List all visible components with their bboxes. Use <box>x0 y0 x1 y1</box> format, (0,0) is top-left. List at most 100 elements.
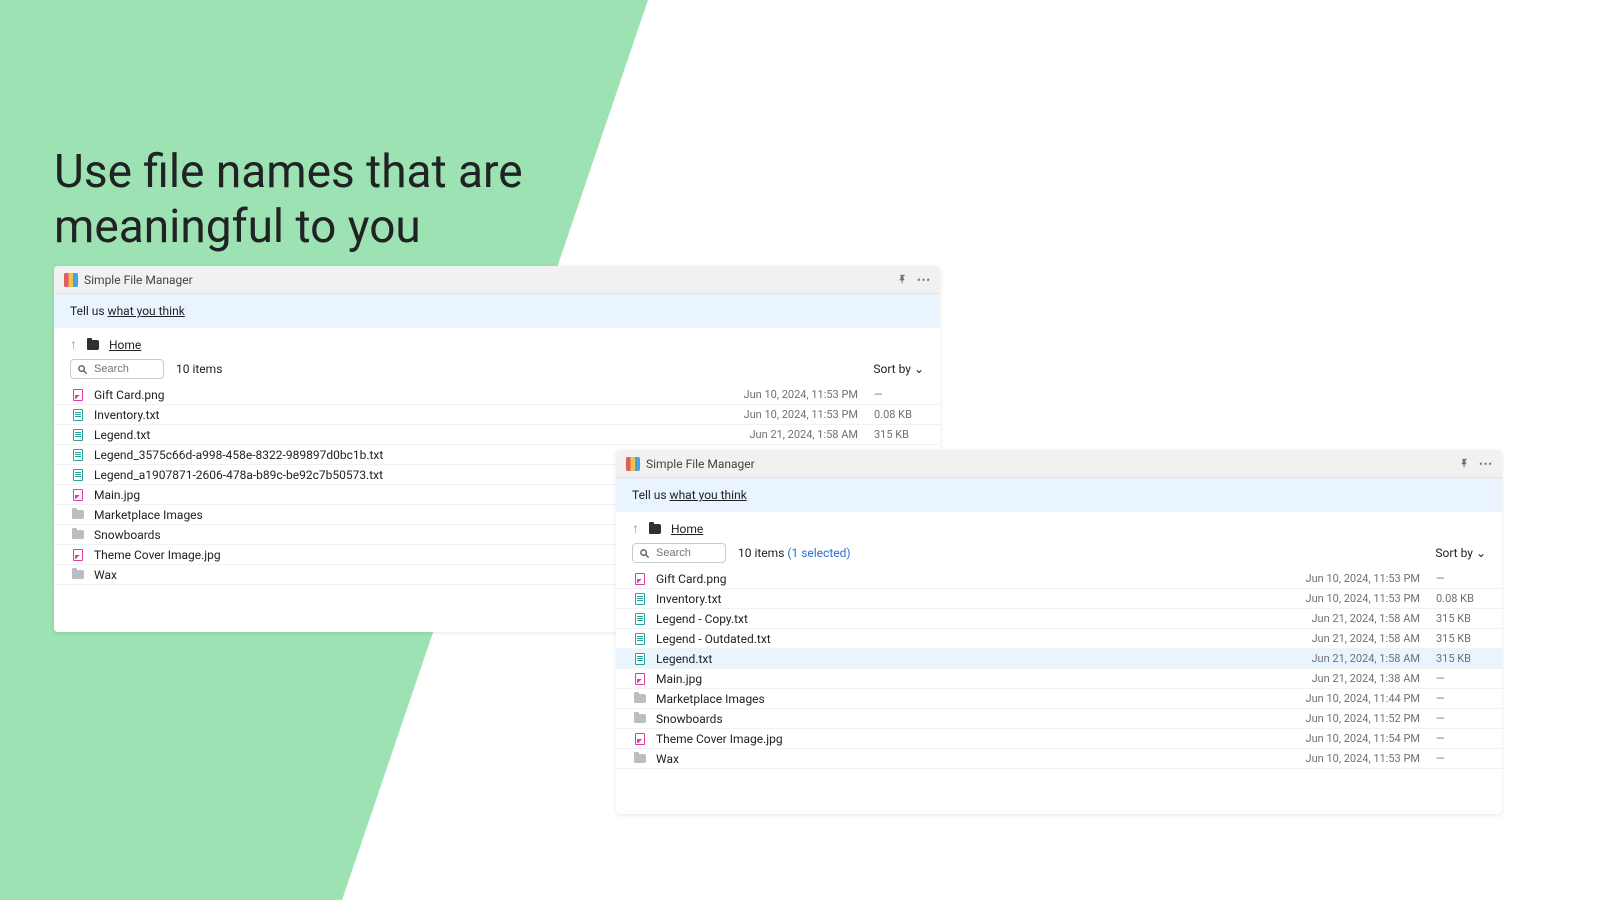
file-row[interactable]: Main.jpgJun 21, 2024, 1:38 AM — <box>616 669 1502 689</box>
file-size: — <box>1436 692 1486 705</box>
breadcrumb: ↑ Home <box>54 328 940 359</box>
search-icon <box>77 364 88 375</box>
text-file-icon <box>73 469 83 481</box>
file-date: Jun 21, 2024, 1:58 AM <box>1270 612 1420 625</box>
file-date: Jun 10, 2024, 11:53 PM <box>708 388 858 401</box>
file-row[interactable]: SnowboardsJun 10, 2024, 11:52 PM— <box>616 709 1502 729</box>
file-size: 315 KB <box>1436 652 1486 665</box>
image-file-icon <box>73 389 83 401</box>
file-date: Jun 21, 2024, 1:58 AM <box>1270 632 1420 645</box>
file-size: — <box>1436 672 1486 685</box>
search-icon <box>639 548 650 559</box>
file-size: 0.08 KB <box>1436 592 1486 605</box>
search-input[interactable] <box>94 363 154 375</box>
file-name: Legend.txt <box>656 652 1270 666</box>
sort-by-button[interactable]: Sort by ⌄ <box>873 362 924 376</box>
file-name: Inventory.txt <box>656 592 1270 606</box>
search-input-wrap[interactable] <box>632 543 726 563</box>
file-row[interactable]: Marketplace ImagesJun 10, 2024, 11:44 PM… <box>616 689 1502 709</box>
file-date: Jun 10, 2024, 11:53 PM <box>1270 592 1420 605</box>
file-name: Legend - Outdated.txt <box>656 632 1270 646</box>
file-name: Legend - Copy.txt <box>656 612 1270 626</box>
file-name: Inventory.txt <box>94 408 708 422</box>
text-file-icon <box>635 613 645 625</box>
image-file-icon <box>635 573 645 585</box>
chevron-down-icon: ⌄ <box>1476 546 1486 560</box>
file-row[interactable]: Gift Card.pngJun 10, 2024, 11:53 PM — <box>54 385 940 405</box>
text-file-icon <box>73 409 83 421</box>
file-name: Wax <box>656 752 1270 766</box>
file-date: Jun 10, 2024, 11:54 PM <box>1270 732 1420 745</box>
folder-icon <box>649 524 661 534</box>
pin-icon[interactable] <box>1458 458 1470 470</box>
file-row[interactable]: Theme Cover Image.jpgJun 10, 2024, 11:54… <box>616 729 1502 749</box>
file-date: Jun 10, 2024, 11:52 PM <box>1270 712 1420 725</box>
file-date: Jun 21, 2024, 1:58 AM <box>1270 652 1420 665</box>
chevron-down-icon: ⌄ <box>914 362 924 376</box>
selected-count[interactable]: (1 selected) <box>787 546 850 560</box>
app-title: Simple File Manager <box>646 457 755 471</box>
more-icon[interactable]: ⋯ <box>918 274 930 286</box>
file-row[interactable]: Inventory.txtJun 10, 2024, 11:53 PM0.08 … <box>54 405 940 425</box>
breadcrumb: ↑ Home <box>616 512 1502 543</box>
toolbar: 10 items Sort by ⌄ <box>54 359 940 385</box>
file-date: Jun 21, 2024, 1:58 AM <box>708 428 858 441</box>
titlebar: Simple File Manager ⋯ <box>616 450 1502 478</box>
file-row[interactable]: Legend.txtJun 21, 2024, 1:58 AM 315 KB <box>616 649 1502 669</box>
text-file-icon <box>635 593 645 605</box>
text-file-icon <box>635 653 645 665</box>
file-date: Jun 10, 2024, 11:53 PM <box>1270 572 1420 585</box>
file-size: — <box>1436 732 1486 745</box>
file-size: — <box>1436 712 1486 725</box>
file-size: 315 KB <box>1436 632 1486 645</box>
file-row[interactable]: WaxJun 10, 2024, 11:53 PM — <box>616 749 1502 769</box>
folder-icon <box>634 714 646 723</box>
search-input[interactable] <box>656 547 716 559</box>
folder-icon <box>634 754 646 763</box>
banner-link[interactable]: what you think <box>108 304 185 318</box>
sort-by-button[interactable]: Sort by ⌄ <box>1435 546 1486 560</box>
file-size: — <box>1436 572 1486 585</box>
folder-icon <box>72 530 84 539</box>
crumb-home[interactable]: Home <box>671 522 703 536</box>
file-name: Main.jpg <box>656 672 1270 686</box>
file-row[interactable]: Legend - Outdated.txtJun 21, 2024, 1:58 … <box>616 629 1502 649</box>
up-icon[interactable]: ↑ <box>70 336 77 353</box>
text-file-icon <box>73 449 83 461</box>
banner-link[interactable]: what you think <box>670 488 747 502</box>
file-date: Jun 10, 2024, 11:53 PM <box>708 408 858 421</box>
search-input-wrap[interactable] <box>70 359 164 379</box>
text-file-icon <box>73 429 83 441</box>
banner-prefix: Tell us <box>632 488 670 502</box>
sort-by-label: Sort by <box>873 362 911 376</box>
file-row[interactable]: Inventory.txtJun 10, 2024, 11:53 PM 0.08 … <box>616 589 1502 609</box>
more-icon[interactable]: ⋯ <box>1480 458 1492 470</box>
file-row[interactable]: Legend.txtJun 21, 2024, 1:58 AM315 KB <box>54 425 940 445</box>
sort-by-label: Sort by <box>1435 546 1473 560</box>
folder-icon <box>87 340 99 350</box>
file-name: Gift Card.png <box>656 572 1270 586</box>
folder-icon <box>634 694 646 703</box>
item-count: 10 items <box>176 362 222 376</box>
feedback-banner: Tell us what you think <box>616 478 1502 512</box>
file-name: Gift Card.png <box>94 388 708 402</box>
pin-icon[interactable] <box>896 274 908 286</box>
file-date: Jun 21, 2024, 1:38 AM <box>1270 672 1420 685</box>
app-logo-icon <box>64 273 78 287</box>
item-count: 10 items (1 selected) <box>738 546 851 560</box>
file-name: Marketplace Images <box>656 692 1270 706</box>
file-row[interactable]: Legend - Copy.txtJun 21, 2024, 1:58 AM31… <box>616 609 1502 629</box>
file-manager-panel-after: Simple File Manager ⋯ Tell us what you t… <box>616 450 1502 814</box>
image-file-icon <box>73 489 83 501</box>
banner-prefix: Tell us <box>70 304 108 318</box>
image-file-icon <box>635 733 645 745</box>
file-size: — <box>874 388 924 401</box>
file-row[interactable]: Gift Card.pngJun 10, 2024, 11:53 PM — <box>616 569 1502 589</box>
file-size: — <box>1436 752 1486 765</box>
file-date: Jun 10, 2024, 11:53 PM <box>1270 752 1420 765</box>
up-icon[interactable]: ↑ <box>632 520 639 537</box>
file-date: Jun 10, 2024, 11:44 PM <box>1270 692 1420 705</box>
crumb-home[interactable]: Home <box>109 338 141 352</box>
toolbar: 10 items (1 selected) Sort by ⌄ <box>616 543 1502 569</box>
folder-icon <box>72 570 84 579</box>
